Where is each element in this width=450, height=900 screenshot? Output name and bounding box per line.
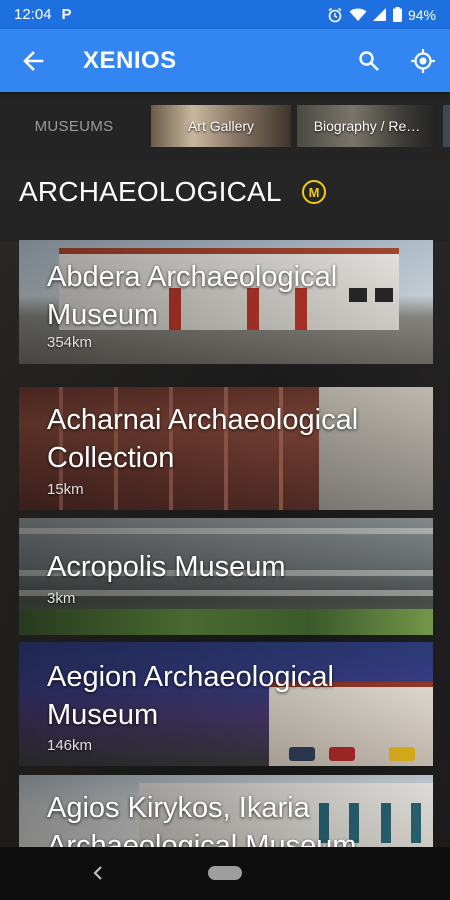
museum-name: Acharnai Archaeological Collection <box>47 404 359 474</box>
chevron-left-icon <box>93 866 102 880</box>
battery-percent: 94% <box>407 6 436 23</box>
museum-distance: 3km <box>47 590 76 607</box>
alarm-icon <box>328 7 342 22</box>
system-navigation-bar <box>0 847 450 900</box>
app-bar: XENIOS <box>0 29 450 92</box>
museum-distance: 354km <box>47 334 93 351</box>
museum-card-aegion[interactable]: Aegion Archaeological Museum 146km <box>19 642 433 766</box>
museum-distance: 146km <box>47 737 93 754</box>
status-icons: 94% <box>327 7 436 23</box>
status-bar: 12:04 P 94% <box>0 0 450 29</box>
museum-card-acropolis[interactable]: Acropolis Museum 3km <box>19 518 433 635</box>
my-location-icon <box>411 48 435 73</box>
parking-notification-icon: P <box>61 6 72 23</box>
museum-name: Abdera Archaeological Museum <box>47 261 338 331</box>
category-tabs: MUSEUMS Art Gallery Biography / Re… <box>0 92 450 160</box>
search-icon <box>359 50 379 71</box>
app-bar-actions <box>342 29 450 92</box>
nav-home-pill[interactable] <box>208 866 242 880</box>
nav-back-button[interactable] <box>88 861 108 885</box>
back-button[interactable] <box>0 29 66 92</box>
arrow-back-icon <box>23 50 44 71</box>
museum-card-abdera[interactable]: Abdera Archaeological Museum 354km <box>19 240 433 364</box>
my-location-button[interactable] <box>396 29 450 92</box>
tab-art-gallery[interactable]: Art Gallery <box>151 105 291 147</box>
page-title: XENIOS <box>83 46 177 74</box>
museum-name: Acropolis Museum <box>47 551 286 583</box>
battery-icon <box>392 7 402 22</box>
museum-distance: 15km <box>47 481 84 498</box>
section-title: ARCHAEOLOGICAL <box>19 176 282 207</box>
museum-card-agios-kirykos[interactable]: Agios Kirykos, Ikaria Archaeological Mus… <box>19 775 433 847</box>
tab-biography[interactable]: Biography / Re… <box>297 105 437 147</box>
museum-name: Aegion Archaeological Museum <box>47 661 334 731</box>
museum-card-acharnai[interactable]: Acharnai Archaeological Collection 15km <box>19 387 433 510</box>
metro-badge-icon: M <box>302 180 326 204</box>
tab-museums[interactable]: MUSEUMS <box>0 92 148 160</box>
museum-name: Agios Kirykos, Ikaria Archaeological Mus… <box>47 792 357 847</box>
search-button[interactable] <box>342 29 396 92</box>
status-time: 12:04 <box>14 6 52 23</box>
signal-icon <box>372 7 386 21</box>
wifi-icon <box>349 8 367 21</box>
tab-next-partial[interactable] <box>443 105 450 147</box>
